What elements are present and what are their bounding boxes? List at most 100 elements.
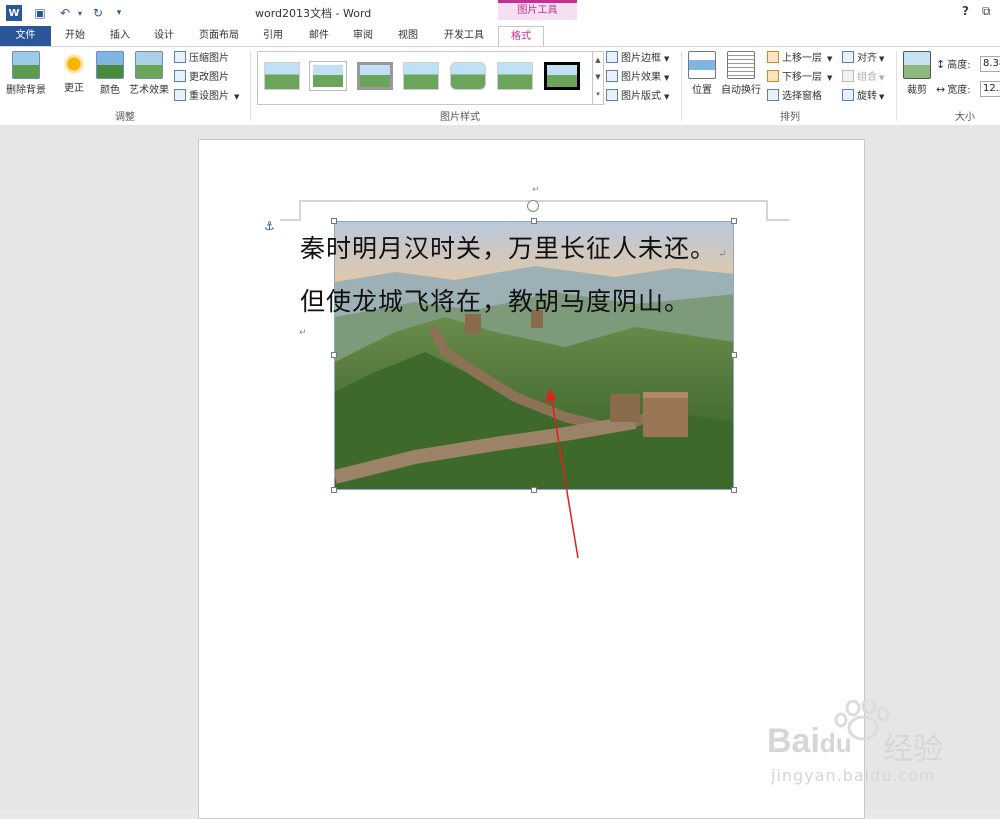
style-thumbnail[interactable] <box>450 62 486 90</box>
artistic-effects-button[interactable]: 艺术效果 <box>126 51 172 96</box>
ribbon-display-icon[interactable]: ⧉ <box>982 4 991 19</box>
rotate-label: 旋转 <box>857 91 877 102</box>
tab-file[interactable]: 文件 <box>0 26 51 46</box>
resize-handle-ne[interactable] <box>731 218 737 224</box>
width-label: ↔ 宽度: <box>936 82 971 98</box>
style-thumbnail[interactable] <box>310 62 346 90</box>
style-thumbnail[interactable] <box>544 62 580 90</box>
send-backward-label: 下移一层 <box>782 72 822 83</box>
resize-handle-sw[interactable] <box>331 487 337 493</box>
picture-border-button[interactable]: 图片边框 ▼ <box>606 51 669 67</box>
group-button[interactable]: 组合 ▼ <box>842 70 884 86</box>
color-button[interactable]: 颜色 <box>94 51 126 96</box>
bring-forward-label: 上移一层 <box>782 53 822 64</box>
change-picture-label: 更改图片 <box>189 72 229 83</box>
selection-pane-button[interactable]: 选择窗格 <box>767 89 822 105</box>
paragraph-mark: ↵ <box>532 185 540 195</box>
tab-home[interactable]: 开始 <box>58 26 92 46</box>
crop-button[interactable]: 裁剪 <box>901 51 933 96</box>
compress-pictures-button[interactable]: 压缩图片 <box>174 51 229 67</box>
chevron-down-icon: ▼ <box>664 93 670 101</box>
remove-background-button[interactable]: 删除背景 <box>4 51 48 96</box>
resize-handle-nw[interactable] <box>331 218 337 224</box>
change-picture-button[interactable]: 更改图片 <box>174 70 229 86</box>
poem-line-1: 秦时明月汉时关，万里长征人未还。 ↵ <box>300 229 727 265</box>
width-input[interactable]: 12.5 <box>980 81 1000 97</box>
width-icon: ↔ <box>936 83 946 96</box>
chevron-down-icon: ▼ <box>827 55 833 63</box>
resize-handle-e[interactable] <box>731 352 737 358</box>
tab-design[interactable]: 设计 <box>146 26 182 46</box>
chevron-down-icon: ▼ <box>827 74 833 82</box>
tab-page-layout[interactable]: 页面布局 <box>194 26 244 46</box>
rotate-button[interactable]: 旋转 ▼ <box>842 89 884 105</box>
send-backward-icon <box>767 70 779 82</box>
align-icon <box>842 51 854 63</box>
chevron-down-icon: ▼ <box>234 93 240 101</box>
paragraph-mark: ↵ <box>692 302 702 313</box>
crop-icon <box>903 51 931 79</box>
undo-dropdown-icon[interactable]: ▾ <box>71 4 89 22</box>
reset-picture-button[interactable]: 重设图片 ▼ <box>174 89 239 105</box>
picture-effects-button[interactable]: 图片效果 ▼ <box>606 70 669 86</box>
picture-effects-label: 图片效果 <box>621 72 661 83</box>
paragraph-mark: ↵ <box>299 328 307 338</box>
ribbon: 删除背景 更正 颜色 艺术效果 压缩图片 更改图片 重设图片 ▼ 调整 ▲ ▼ ▾ 图… <box>0 46 1000 126</box>
wrap-text-button[interactable]: 自动换行 <box>718 51 764 96</box>
tab-mailings[interactable]: 邮件 <box>302 26 336 46</box>
watermark-brand-bai: Bai <box>767 722 820 760</box>
artistic-effects-icon <box>135 51 163 79</box>
anchor-icon: ⚓ <box>264 219 275 233</box>
align-button[interactable]: 对齐 ▼ <box>842 51 884 67</box>
help-button[interactable]: ? <box>962 4 969 18</box>
title-bar: W ▣ ↶ ▾ ↻ ▾ word2013文档 - Word 图片工具 ? ⧉ <box>0 0 1000 26</box>
style-thumbnail[interactable] <box>497 62 533 90</box>
selection-pane-icon <box>767 89 779 101</box>
position-label: 位置 <box>692 85 712 96</box>
arrange-group-label: 排列 <box>780 112 800 123</box>
picture-layout-button[interactable]: 图片版式 ▼ <box>606 89 669 105</box>
style-thumbnail[interactable] <box>357 62 393 90</box>
corrections-button[interactable]: 更正 <box>58 51 90 94</box>
group-divider <box>250 51 251 121</box>
position-button[interactable]: 位置 <box>686 51 718 96</box>
picture-styles-group-label: 图片样式 <box>440 112 480 123</box>
height-icon: ↕ <box>936 58 946 71</box>
poem-line-2: 但使龙城飞将在，教胡马度阴山。 ↵ <box>300 282 701 318</box>
paragraph-mark: ↵ <box>718 249 728 260</box>
watermark-brand-du: du <box>819 728 852 758</box>
bring-forward-icon <box>767 51 779 63</box>
size-group-label: 大小 <box>955 112 975 123</box>
resize-handle-s[interactable] <box>531 487 537 493</box>
sun-icon <box>61 51 87 77</box>
resize-handle-se[interactable] <box>731 487 737 493</box>
compress-label: 压缩图片 <box>189 53 229 64</box>
style-thumbnail[interactable] <box>403 62 439 90</box>
color-label: 颜色 <box>100 85 120 96</box>
adjust-group-label: 调整 <box>115 112 135 123</box>
style-thumbnail[interactable] <box>264 62 300 90</box>
height-input[interactable]: 8.38 <box>980 56 1000 72</box>
tab-developer[interactable]: 开发工具 <box>437 26 491 46</box>
window-title: word2013文档 - Word <box>255 7 372 20</box>
chevron-down-icon: ▼ <box>879 93 885 101</box>
send-backward-button[interactable]: 下移一层 ▼ <box>767 70 832 86</box>
gallery-scroll[interactable]: ▲ ▼ ▾ <box>592 52 603 104</box>
tab-insert[interactable]: 插入 <box>103 26 137 46</box>
chevron-down-icon: ▼ <box>879 74 885 82</box>
tab-review[interactable]: 审阅 <box>346 26 380 46</box>
tab-format[interactable]: 格式 <box>498 26 544 47</box>
tab-view[interactable]: 视图 <box>391 26 425 46</box>
remove-background-icon <box>12 51 40 79</box>
rotate-handle-icon[interactable] <box>527 200 539 212</box>
resize-handle-n[interactable] <box>531 218 537 224</box>
tab-references[interactable]: 引用 <box>256 26 290 46</box>
height-label: ↕ 高度: <box>936 57 971 73</box>
width-label-text: 宽度: <box>947 85 971 96</box>
customize-qat-icon[interactable]: ▾ <box>110 4 128 22</box>
wrap-text-icon <box>727 51 755 79</box>
redo-icon[interactable]: ↻ <box>89 4 107 22</box>
save-icon[interactable]: ▣ <box>31 4 49 22</box>
bring-forward-button[interactable]: 上移一层 ▼ <box>767 51 832 67</box>
resize-handle-w[interactable] <box>331 352 337 358</box>
